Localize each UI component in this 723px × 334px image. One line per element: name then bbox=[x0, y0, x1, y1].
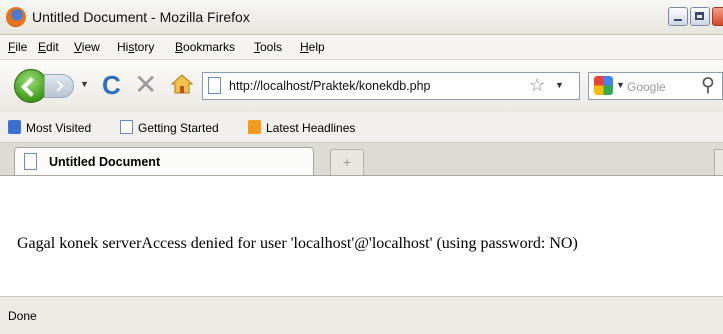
title-bar: Untitled Document - Mozilla Firefox bbox=[0, 0, 723, 35]
reload-icon[interactable]: C bbox=[102, 70, 121, 100]
tab-strip: Untitled Document + bbox=[0, 143, 723, 176]
page-icon bbox=[120, 120, 133, 134]
back-button[interactable] bbox=[14, 69, 48, 103]
history-dropdown-icon[interactable]: ▼ bbox=[80, 79, 89, 89]
new-tab-button[interactable]: + bbox=[330, 149, 364, 175]
forward-button[interactable] bbox=[44, 74, 74, 98]
close-button[interactable] bbox=[712, 7, 723, 26]
bookmark-label: Latest Headlines bbox=[266, 121, 356, 135]
maximize-button[interactable] bbox=[690, 7, 710, 26]
menu-help[interactable]: Help bbox=[300, 40, 325, 54]
tab-list-button[interactable] bbox=[714, 149, 723, 175]
tab-untitled-document[interactable]: Untitled Document bbox=[14, 147, 314, 175]
bookmark-label: Most Visited bbox=[26, 121, 92, 135]
url-text[interactable]: http://localhost/Praktek/konekdb.php bbox=[229, 79, 431, 93]
search-engine-dropdown-icon[interactable]: ▼ bbox=[616, 80, 625, 90]
stop-icon[interactable]: ✕ bbox=[134, 70, 157, 100]
rss-feed-icon bbox=[248, 120, 261, 134]
menu-file[interactable]: File bbox=[8, 40, 27, 54]
home-icon[interactable] bbox=[170, 72, 194, 96]
menu-bar: File Edit View History Bookmarks Tools H… bbox=[0, 35, 723, 59]
most-visited-icon bbox=[8, 120, 21, 134]
navigation-toolbar: ▼ C ✕ http://localhost/Praktek/konekdb.p… bbox=[0, 59, 723, 113]
search-bar[interactable]: ▼ Google ⚲ bbox=[588, 72, 723, 100]
error-message: Gagal konek serverAccess denied for user… bbox=[17, 235, 578, 252]
search-icon[interactable]: ⚲ bbox=[701, 74, 715, 97]
url-dropdown-icon[interactable]: ▼ bbox=[555, 80, 564, 90]
minimize-button[interactable] bbox=[668, 7, 688, 26]
menu-bookmarks[interactable]: Bookmarks bbox=[175, 40, 235, 54]
status-text: Done bbox=[8, 309, 37, 323]
tab-label: Untitled Document bbox=[49, 155, 161, 169]
window-title: Untitled Document - Mozilla Firefox bbox=[32, 9, 250, 25]
menu-edit[interactable]: Edit bbox=[38, 40, 59, 54]
page-icon bbox=[208, 77, 221, 94]
bookmarks-toolbar: Most Visited Getting Started Latest Head… bbox=[0, 112, 723, 143]
page-icon bbox=[24, 153, 37, 170]
menu-history[interactable]: History bbox=[117, 40, 154, 54]
page-content: Gagal konek serverAccess denied for user… bbox=[0, 176, 723, 294]
url-bar[interactable]: http://localhost/Praktek/konekdb.php ☆ ▼ bbox=[202, 72, 580, 100]
search-input[interactable]: Google bbox=[627, 80, 666, 94]
bookmark-latest-headlines[interactable]: Latest Headlines bbox=[248, 120, 355, 135]
menu-view[interactable]: View bbox=[74, 40, 100, 54]
status-bar: Done bbox=[0, 296, 723, 334]
google-icon[interactable] bbox=[594, 76, 613, 95]
bookmark-most-visited[interactable]: Most Visited bbox=[8, 120, 91, 135]
firefox-icon bbox=[6, 7, 26, 27]
bookmark-label: Getting Started bbox=[138, 121, 219, 135]
bookmark-getting-started[interactable]: Getting Started bbox=[120, 120, 219, 135]
bookmark-star-icon[interactable]: ☆ bbox=[529, 75, 545, 96]
menu-tools[interactable]: Tools bbox=[254, 40, 282, 54]
